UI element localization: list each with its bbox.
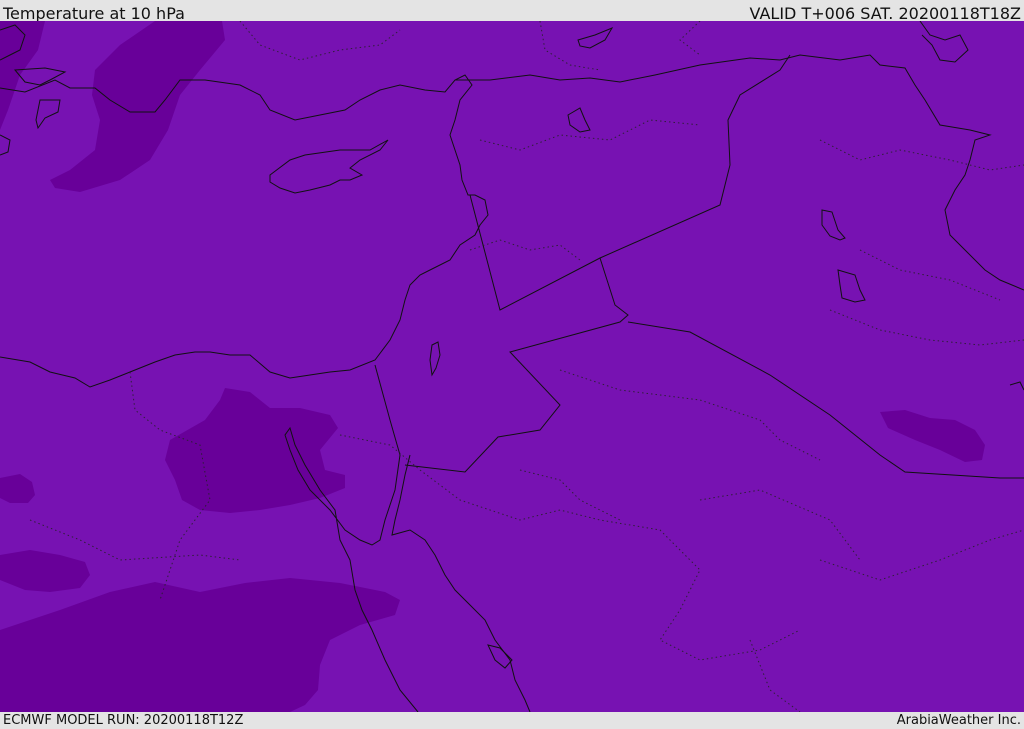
credit: ArabiaWeather Inc. xyxy=(896,713,1021,728)
map-footer: ECMWF MODEL RUN: 20200118T12Z ArabiaWeat… xyxy=(0,712,1024,729)
weather-map[interactable] xyxy=(0,21,1024,712)
map-header: Temperature at 10 hPa VALID T+006 SAT. 2… xyxy=(0,0,1024,23)
model-run: ECMWF MODEL RUN: 20200118T12Z xyxy=(3,713,244,728)
